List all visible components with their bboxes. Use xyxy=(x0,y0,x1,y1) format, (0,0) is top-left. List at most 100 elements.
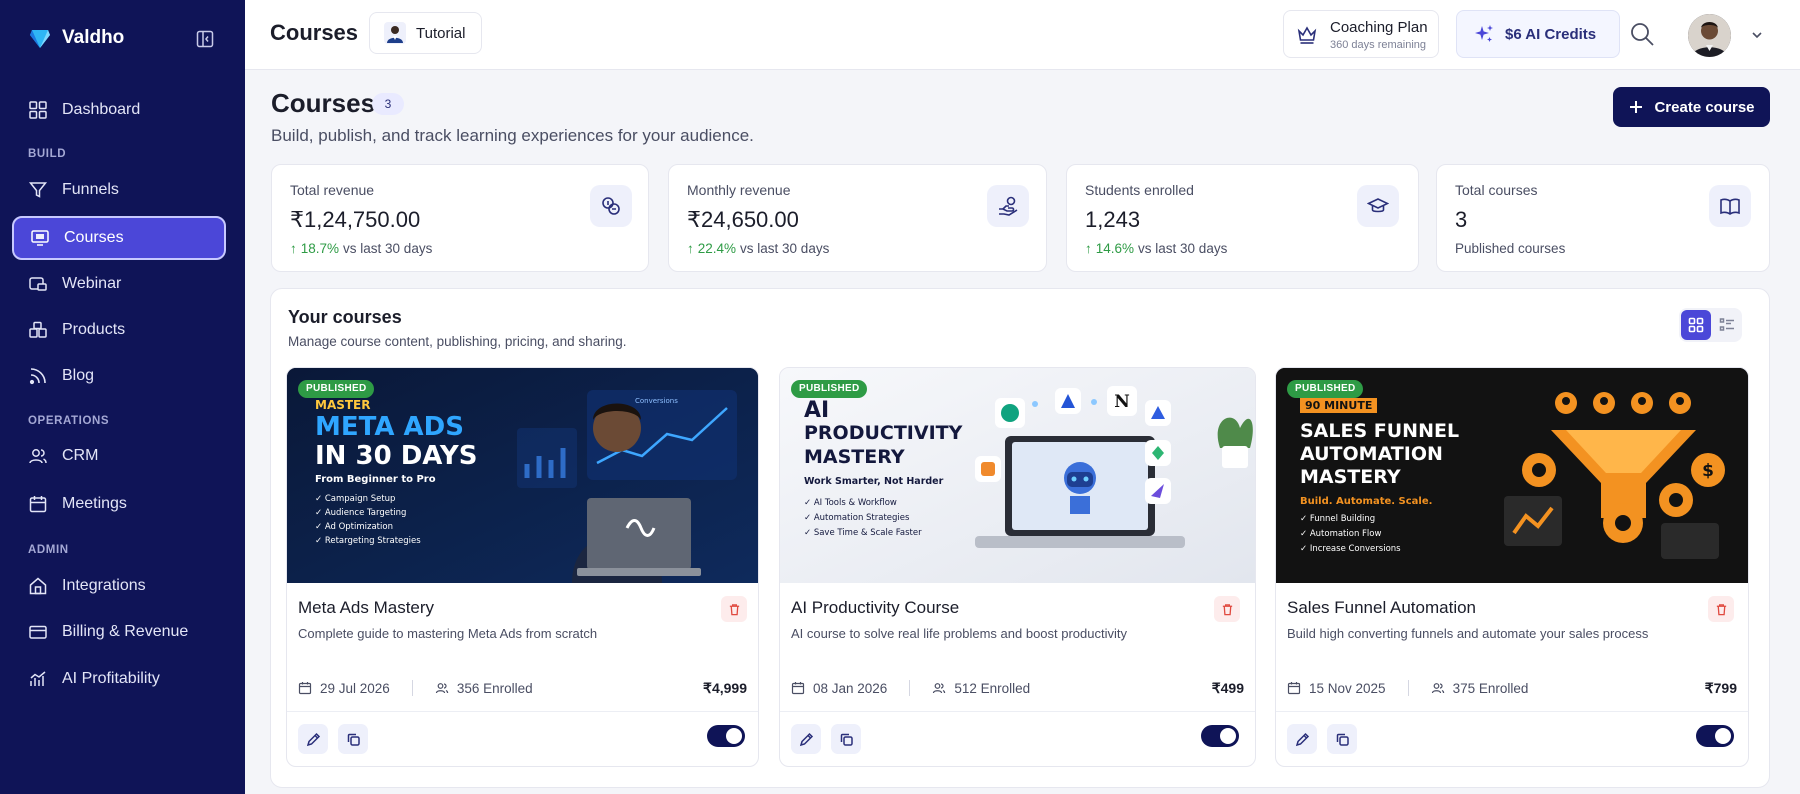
course-card[interactable]: $ 90 MINUTE SALES FUNNEL AUTOMATION MAST… xyxy=(1275,367,1749,767)
thumb-tagline: Work Smarter, Not Harder xyxy=(804,476,944,487)
thumb-bullet: ✓ Retargeting Strategies xyxy=(315,536,421,546)
sidebar-item-integrations[interactable]: Integrations xyxy=(12,564,226,608)
panel-title: Your courses xyxy=(288,307,402,327)
stat-value: 1,243 xyxy=(1085,207,1141,232)
section-build: BUILD xyxy=(28,148,67,160)
publish-toggle[interactable] xyxy=(1696,725,1734,747)
stat-trend-pct: 22.4% xyxy=(697,241,737,256)
thumb-line1: AI xyxy=(804,398,830,423)
sidebar-item-courses[interactable]: Courses xyxy=(12,216,226,260)
duplicate-button[interactable] xyxy=(338,724,368,754)
sidebar-item-label: Blog xyxy=(62,367,95,384)
stat-card-monthly-revenue: Monthly revenue ₹24,650.00 ↑ 22.4% vs last… xyxy=(668,164,1047,272)
topbar-title: Courses xyxy=(270,20,359,45)
trash-icon xyxy=(729,603,739,615)
thumb-bullet: ✓ Increase Conversions xyxy=(1300,544,1401,554)
page-title: Courses xyxy=(271,88,376,118)
sidebar-item-webinar[interactable]: Webinar xyxy=(12,262,226,306)
course-count-badge: 3 xyxy=(372,93,404,115)
sidebar-item-funnels[interactable]: Funnels xyxy=(12,168,226,212)
course-title[interactable]: Sales Funnel Automation xyxy=(1287,598,1476,618)
delete-button[interactable] xyxy=(1214,596,1240,622)
stat-trend-pct: 18.7% xyxy=(300,241,340,256)
stat-card-students-enrolled: Students enrolled 1,243 ↑ 14.6% vs last 30… xyxy=(1066,164,1419,272)
home-icon xyxy=(29,577,47,595)
thumb-bullet: ✓ Automation Flow xyxy=(1300,529,1382,539)
course-card[interactable]: N AI PRODUCTIVITY MASTERY Work Smarter, … xyxy=(779,367,1256,767)
thumb-line3: MASTERY xyxy=(804,446,905,468)
list-view-button[interactable] xyxy=(1713,310,1741,340)
create-course-button[interactable]: Create course xyxy=(1613,87,1770,127)
course-title[interactable]: Meta Ads Mastery xyxy=(298,598,434,618)
sidebar-item-billing[interactable]: Billing & Revenue xyxy=(12,610,226,654)
plan-days-remaining: 360 days remaining xyxy=(1330,39,1427,51)
course-enrolled: 356 Enrolled xyxy=(456,680,533,696)
thumb-bullet: ✓ Ad Optimization xyxy=(315,522,393,532)
copy-icon xyxy=(840,733,853,746)
stat-value: ₹1,24,750.00 xyxy=(290,207,421,232)
publish-toggle[interactable] xyxy=(1201,725,1239,747)
ai-credits-button[interactable]: $6 AI Credits xyxy=(1456,10,1620,58)
search-icon[interactable] xyxy=(1628,20,1656,48)
sidebar-item-products[interactable]: Products xyxy=(12,308,226,352)
divider xyxy=(780,711,1255,712)
chevron-down-icon[interactable] xyxy=(1750,28,1764,42)
course-date: 08 Jan 2026 xyxy=(813,680,888,696)
stat-trend-label: vs last 30 days xyxy=(740,241,830,256)
coaching-plan-box[interactable]: Coaching Plan 360 days remaining xyxy=(1283,10,1439,58)
monitor-icon xyxy=(31,230,49,246)
course-meta: 08 Jan 2026 512 Enrolled ₹499 xyxy=(791,678,1244,698)
edit-button[interactable] xyxy=(298,724,328,754)
brand-name: Valdho xyxy=(62,27,125,48)
grid-view-button[interactable] xyxy=(1681,310,1711,340)
page-subtitle: Build, publish, and track learning exper… xyxy=(271,126,754,145)
course-meta: 29 Jul 2026 356 Enrolled ₹4,999 xyxy=(298,678,747,698)
create-course-label: Create course xyxy=(1654,98,1755,116)
tutorial-button[interactable]: Tutorial xyxy=(369,12,483,54)
thumb-bullet: ✓ Automation Strategies xyxy=(804,513,910,523)
course-card[interactable]: MASTER META ADS IN 30 DAYS From Beginner… xyxy=(286,367,759,767)
sidebar-item-blog[interactable]: Blog xyxy=(12,354,226,398)
stat-trend-label: vs last 30 days xyxy=(1138,241,1228,256)
edit-button[interactable] xyxy=(1287,724,1317,754)
arrow-up-icon: ↑ xyxy=(290,241,297,256)
sidebar-item-meetings[interactable]: Meetings xyxy=(12,482,226,526)
sidebar-item-ai-profitability[interactable]: AI Profitability xyxy=(12,657,226,701)
hand-coin-icon xyxy=(987,185,1029,227)
plus-icon xyxy=(1630,101,1643,113)
course-description: AI course to solve real life problems an… xyxy=(791,626,1128,641)
sparkles-icon xyxy=(1475,25,1493,42)
topbar: Courses Tutorial Coaching Plan 360 days … xyxy=(245,0,1800,70)
publish-toggle[interactable] xyxy=(707,725,745,747)
stat-card-total-revenue: Total revenue ₹1,24,750.00 ↑ 18.7% vs last… xyxy=(271,164,649,272)
pencil-icon xyxy=(1295,732,1309,746)
brand[interactable]: Valdho xyxy=(28,26,124,50)
users-icon xyxy=(29,449,47,464)
delete-button[interactable] xyxy=(1708,596,1734,622)
collapse-sidebar-icon[interactable] xyxy=(196,30,214,48)
stat-label: Total revenue xyxy=(290,182,375,198)
stat-trend: ↑ 18.7% vs last 30 days xyxy=(290,241,432,256)
thumb-kicker: 90 MINUTE xyxy=(1300,398,1378,413)
thumb-bullet: ✓ Campaign Setup xyxy=(315,494,396,504)
sidebar-item-dashboard[interactable]: Dashboard xyxy=(12,88,226,132)
thumb-tagline: From Beginner to Pro xyxy=(315,474,436,485)
arrow-up-icon: ↑ xyxy=(1085,241,1092,256)
edit-button[interactable] xyxy=(791,724,821,754)
avatar[interactable] xyxy=(1688,14,1731,57)
tutorial-label: Tutorial xyxy=(416,24,466,42)
duplicate-button[interactable] xyxy=(1327,724,1357,754)
course-title[interactable]: AI Productivity Course xyxy=(791,598,959,618)
thumb-line2: AUTOMATION xyxy=(1300,443,1443,465)
arrow-up-icon: ↑ xyxy=(687,241,694,256)
thumb-bullet: ✓ Save Time & Scale Faster xyxy=(804,528,922,538)
view-toggle xyxy=(1679,308,1742,342)
courses-panel: Your courses Manage course content, publ… xyxy=(270,288,1770,788)
thumb-line2: IN 30 DAYS xyxy=(315,441,478,471)
grid-icon xyxy=(1688,317,1704,333)
duplicate-button[interactable] xyxy=(831,724,861,754)
calendar-icon xyxy=(1287,682,1301,695)
users-icon xyxy=(933,683,946,694)
sidebar-item-crm[interactable]: CRM xyxy=(12,434,226,478)
delete-button[interactable] xyxy=(721,596,747,622)
